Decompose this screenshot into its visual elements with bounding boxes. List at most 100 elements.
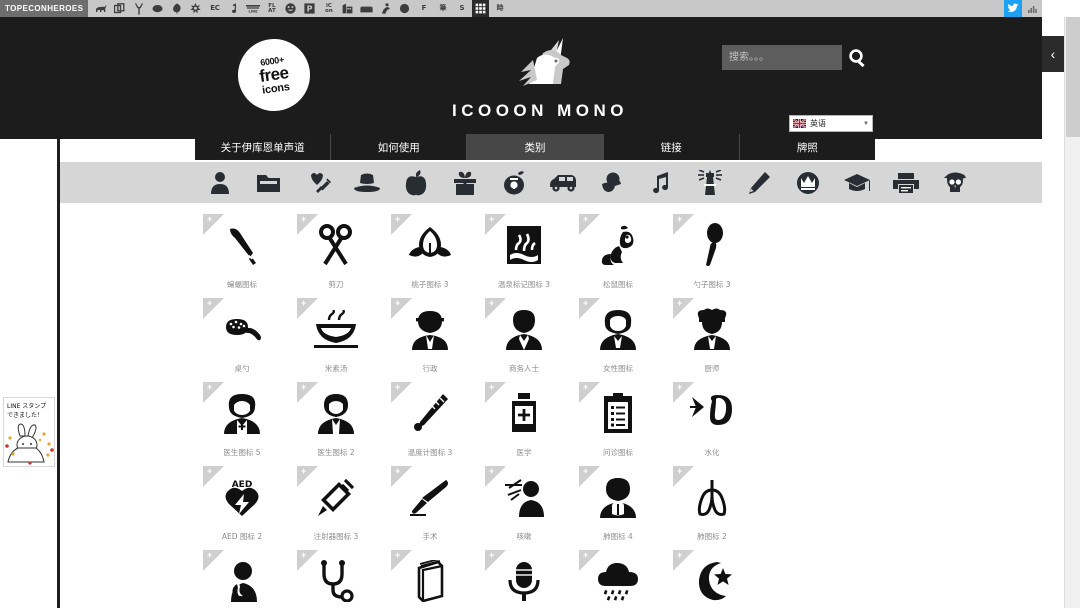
icon-tile-squirrel[interactable]: + 松鼠图标 (571, 214, 665, 298)
category-gift-icon[interactable] (440, 162, 489, 203)
icon-tile-microphone[interactable]: + (477, 550, 571, 608)
category-pirate-skull-icon[interactable] (930, 162, 979, 203)
category-apple-icon[interactable] (391, 162, 440, 203)
icon-tile-medicine[interactable]: + 医学 (477, 382, 571, 466)
nav-tab-links[interactable]: 链接 (603, 134, 740, 160)
plus-icon: + (583, 382, 589, 392)
copy-icon[interactable] (111, 0, 128, 17)
circle-blob-icon[interactable] (149, 0, 166, 17)
icon-tile-surgery[interactable]: + 手术 (383, 466, 477, 550)
book-icon (417, 560, 444, 602)
scrollbar-thumb[interactable] (1066, 17, 1080, 137)
icon-grid-row: + 医生图标 5 + 医生图标 2 + 温度计图标 3 + 医学 + 问诊图标 … (195, 382, 760, 466)
icon-tile-coughing-person[interactable]: + (195, 550, 289, 608)
icon-tile-label: 行政 (422, 364, 438, 373)
icon-tile-bat[interactable]: + 蝙蝠图标 (195, 214, 289, 298)
nav-tab-howto[interactable]: 如何使用 (331, 134, 468, 160)
flat-text-icon[interactable]: FL AT (263, 0, 280, 17)
category-lighthouse-icon[interactable] (685, 162, 734, 203)
page-scrollbar[interactable] (1064, 17, 1080, 608)
ec-text-icon[interactable]: EC (206, 0, 223, 17)
icon-tile-lungs-4[interactable]: + 肺图标 4 (571, 466, 665, 550)
surgery-icon (410, 480, 448, 516)
sun-burst-icon[interactable] (396, 0, 413, 17)
icon-tile-chef[interactable]: + 厨师 (665, 298, 759, 382)
left-dark-rail (57, 139, 60, 608)
category-music-note-icon[interactable] (636, 162, 685, 203)
icon-tile-thermometer[interactable]: + 温度计图标 3 (383, 382, 477, 466)
plus-icon: + (301, 550, 307, 560)
bed-icon[interactable] (358, 0, 375, 17)
icon-tile-official-person[interactable]: + 行政 (383, 298, 477, 382)
icon-tile-peach[interactable]: + 桃子图标 3 (383, 214, 477, 298)
nav-tab-about[interactable]: 关于伊库恩单声道 (195, 134, 332, 160)
f-letter-icon[interactable]: F (415, 0, 432, 17)
animal-icon[interactable] (92, 0, 109, 17)
icon-tile-onsen[interactable]: + 温泉标记图标 3 (477, 214, 571, 298)
svg-text:LINE: LINE (248, 10, 258, 13)
page-content: 6000+ free icons ICOOON MONO 搜索。。。 英语 ▼ … (0, 17, 1042, 608)
icon-tile-book[interactable]: + (383, 550, 477, 608)
plus-icon: + (207, 298, 213, 308)
leaf-icon[interactable] (168, 0, 185, 17)
category-folder-icon[interactable] (244, 162, 293, 203)
icon-tile-aed[interactable]: + AED AED 图标 2 (195, 466, 289, 550)
icon-tile-clipboard[interactable]: + 问诊图标 (571, 382, 665, 466)
category-crown-circle-icon[interactable] (783, 162, 832, 203)
music-note-icon[interactable] (225, 0, 242, 17)
category-person-icon[interactable] (195, 162, 244, 203)
icon-tile-lungs-2[interactable]: + 肺图标 2 (665, 466, 759, 550)
person-sitting-icon[interactable] (377, 0, 394, 17)
icon-text-icon[interactable]: iC on (320, 0, 337, 17)
search-button[interactable] (845, 45, 871, 70)
icon-tile-sugar-spoon[interactable]: + 桌勺 (195, 298, 289, 382)
search-input[interactable] (722, 45, 842, 70)
category-medical-icon[interactable] (293, 162, 342, 203)
building-icon[interactable] (339, 0, 356, 17)
icon-tile-label: 咳嗽 (516, 532, 532, 541)
category-printer-icon[interactable] (881, 162, 930, 203)
language-select[interactable]: 英语 ▼ (789, 115, 873, 132)
grid-icon[interactable] (472, 0, 490, 17)
icon-tile-syringe[interactable]: + 注射器图标 3 (289, 466, 383, 550)
line-stamp-ad[interactable]: LINE スタンプ できました！ (3, 397, 55, 467)
twitter-icon[interactable] (1004, 0, 1022, 17)
icon-tile-hydration[interactable]: + 水化 (665, 382, 759, 466)
flower-icon[interactable] (187, 0, 204, 17)
icon-tile-moon-star[interactable]: + (665, 550, 759, 608)
site-logo[interactable]: ICOOON MONO (440, 35, 640, 121)
icon-tile-spoon[interactable]: + 勺子图标 3 (665, 214, 759, 298)
squirrel-icon (601, 225, 634, 265)
woman-icon (600, 310, 636, 350)
doctor-5-icon (224, 394, 260, 434)
parking-p-icon[interactable]: P (301, 0, 318, 17)
line-text-icon[interactable]: LINE (244, 0, 261, 17)
icon-tile-sneeze[interactable]: + 咳嗽 (477, 466, 571, 550)
icon-tile-doctor-2[interactable]: + 医生图标 2 (289, 382, 383, 466)
icon-tile-scissors[interactable]: + 剪刀 (289, 214, 383, 298)
icon-tile-businessman[interactable]: + 商务人士 (477, 298, 571, 382)
toolbar-brand[interactable]: TOPECONHEROES (0, 0, 89, 17)
icon-tile-doctor-5[interactable]: + 医生图标 5 (195, 382, 289, 466)
smiley-icon[interactable] (282, 0, 299, 17)
category-car-icon[interactable] (538, 162, 587, 203)
brush-kanji-icon[interactable]: 筆 (434, 0, 451, 17)
nav-tab-license[interactable]: 牌照 (739, 134, 876, 160)
category-piggy-bank-icon[interactable] (489, 162, 538, 203)
category-graduation-cap-icon[interactable] (832, 162, 881, 203)
category-hat-icon[interactable] (342, 162, 391, 203)
icon-tile-rain-cloud[interactable]: + (571, 550, 665, 608)
icon-tile-stethoscope[interactable]: + (289, 550, 383, 608)
person-arms-up-icon[interactable] (130, 0, 147, 17)
category-face-mask-icon[interactable] (587, 162, 636, 203)
icon-tile-woman[interactable]: + 女性图标 (571, 298, 665, 382)
panel-collapse-toggle[interactable]: ‹ (1042, 36, 1064, 72)
category-pencil-icon[interactable] (734, 162, 783, 203)
s-letter-icon[interactable]: S (453, 0, 470, 17)
icon-tile-label: 医生图标 2 (317, 448, 355, 457)
sparkle-kanji-icon[interactable]: 時 (491, 0, 508, 17)
toolbar-overflow-icon[interactable] (1024, 0, 1040, 17)
icon-tile-soup-bowl[interactable]: + 米素汤 (289, 298, 383, 382)
plus-icon: + (395, 466, 401, 476)
nav-tab-category[interactable]: 类别 (467, 134, 604, 160)
